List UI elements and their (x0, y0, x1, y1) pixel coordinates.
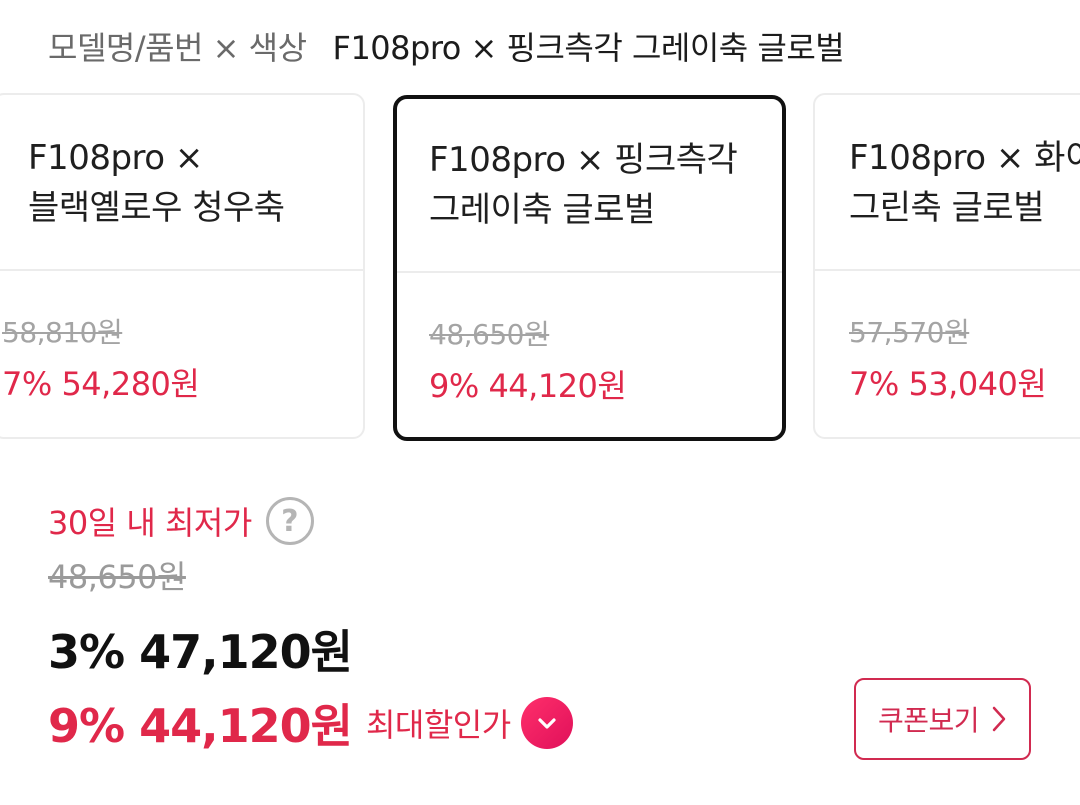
option-card-sale-price: 9% 44,120원 (429, 367, 627, 405)
option-header: 모델명/품번 × 색상 F108pro × 핑크측각 그레이축 글로벌 (48, 18, 845, 74)
card-divider (0, 269, 363, 271)
question-circle-icon[interactable]: ? (265, 497, 314, 545)
coupon-button-label: 쿠폰보기 (877, 704, 980, 737)
option-card-original-price: 58,810원 (2, 316, 123, 349)
option-card-pink-gray-selected[interactable]: F108pro × 핑크측각 그레이축 글로벌 48,650원 9% 44,12… (393, 95, 786, 441)
view-coupon-button[interactable]: 쿠폰보기 (854, 678, 1031, 760)
product-option-page: 모델명/품번 × 색상 F108pro × 핑크측각 그레이축 글로벌 F108… (0, 0, 1080, 805)
chevron-down-icon[interactable] (520, 697, 573, 749)
card-divider (815, 269, 1080, 271)
price-summary: 30일 내 최저가 ? 48,650원 3% 47,120원 (48, 492, 1048, 682)
lowest-price-label: 30일 내 최저가 (48, 504, 252, 542)
option-card-sale-price: 7% 54,280원 (2, 365, 200, 403)
option-card-name-line1: F108pro × 핑크측각 (429, 140, 738, 180)
option-card-name: F108pro × 블랙옐로우 청우축 (0, 95, 363, 269)
option-card-name: F108pro × 화이 그린축 글로벌 (815, 95, 1080, 269)
sale-price: 3% 47,120원 (48, 625, 353, 679)
max-discount-row: 9% 44,120원 최대할인가 (48, 688, 573, 758)
option-card-original-price: 48,650원 (429, 318, 550, 351)
original-price: 48,650원 (48, 558, 186, 596)
option-card-list: F108pro × 블랙옐로우 청우축 58,810원 7% 54,280원 F… (0, 93, 1080, 441)
option-card-name-line1: F108pro × (28, 138, 203, 178)
max-discount-price: 9% 44,120원 (48, 699, 353, 753)
option-card-sale-price: 7% 53,040원 (849, 365, 1047, 403)
option-card-name-line2: 블랙옐로우 청우축 (28, 188, 285, 228)
chevron-right-icon (991, 705, 1007, 733)
selected-option-value: F108pro × 핑크측각 그레이축 글로벌 (332, 29, 845, 67)
option-card-name-line2: 그레이축 글로벌 (429, 190, 655, 230)
option-card-name: F108pro × 핑크측각 그레이축 글로벌 (397, 99, 782, 273)
option-card-white-green[interactable]: F108pro × 화이 그린축 글로벌 57,570원 7% 53,040원 (813, 93, 1080, 439)
option-card-black-yellow[interactable]: F108pro × 블랙옐로우 청우축 58,810원 7% 54,280원 (0, 93, 365, 439)
lowest-price-row: 30일 내 최저가 ? (48, 492, 1048, 550)
option-label: 모델명/품번 × 색상 (48, 29, 307, 67)
max-discount-label: 최대할인가 (365, 706, 511, 744)
option-card-name-line2: 그린축 글로벌 (849, 188, 1045, 228)
option-card-original-price: 57,570원 (849, 316, 970, 349)
card-divider (397, 271, 782, 273)
option-card-name-line1: F108pro × 화이 (849, 138, 1080, 178)
